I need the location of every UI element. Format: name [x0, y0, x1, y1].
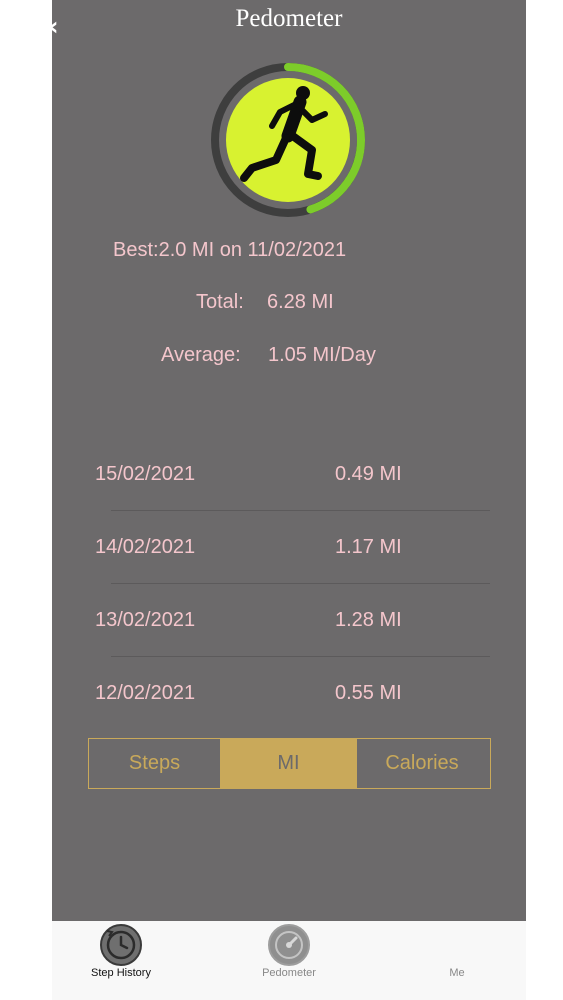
- row-divider: [111, 583, 490, 584]
- page-title: Pedometer: [235, 5, 343, 32]
- row-divider: [111, 656, 490, 657]
- unit-segmented-control: Steps MI Calories: [88, 738, 491, 789]
- speedometer-icon: [268, 924, 310, 966]
- history-date: 12/02/2021: [95, 682, 196, 704]
- history-value: 1.17 MI: [335, 536, 402, 558]
- history-row[interactable]: 12/02/2021 0.55 MI: [95, 673, 493, 713]
- history-value: 0.49 MI: [335, 463, 402, 485]
- row-divider: [111, 510, 490, 511]
- total-value: 6.28 MI: [267, 291, 334, 313]
- tab-bar: Step History Pedometer Me: [52, 921, 526, 1000]
- tab-step-history[interactable]: Step History: [52, 921, 190, 1000]
- unit-calories-button[interactable]: Calories: [357, 739, 487, 788]
- history-date: 13/02/2021: [95, 609, 196, 631]
- unit-steps-button[interactable]: Steps: [89, 739, 221, 788]
- tab-pedometer[interactable]: Pedometer: [220, 921, 358, 1000]
- average-value: 1.05 MI/Day: [268, 344, 376, 366]
- history-row[interactable]: 14/02/2021 1.17 MI: [95, 527, 493, 567]
- history-value: 1.28 MI: [335, 609, 402, 631]
- tab-label: Me: [449, 967, 465, 979]
- average-label: Average:: [161, 344, 241, 366]
- history-row[interactable]: 15/02/2021 0.49 MI: [95, 454, 493, 494]
- history-date: 15/02/2021: [95, 463, 196, 485]
- history-clock-icon: [100, 924, 142, 966]
- unit-mi-button[interactable]: MI: [221, 739, 357, 788]
- history-date: 14/02/2021: [95, 536, 196, 558]
- tab-label: Pedometer: [262, 967, 316, 979]
- progress-ring: [211, 63, 365, 217]
- history-row[interactable]: 13/02/2021 1.28 MI: [95, 600, 493, 640]
- tab-me[interactable]: Me: [388, 921, 526, 1000]
- best-record: Best:2.0 MI on 11/02/2021: [113, 239, 347, 261]
- app-root: ‹ Pedometer Best:2.0 MI on 11/02/2021 To…: [48, 0, 526, 1000]
- tab-label: Step History: [91, 967, 151, 979]
- total-label: Total:: [196, 291, 244, 313]
- pedometer-screen: ‹ Pedometer Best:2.0 MI on 11/02/2021 To…: [48, 0, 526, 921]
- history-value: 0.55 MI: [335, 682, 402, 704]
